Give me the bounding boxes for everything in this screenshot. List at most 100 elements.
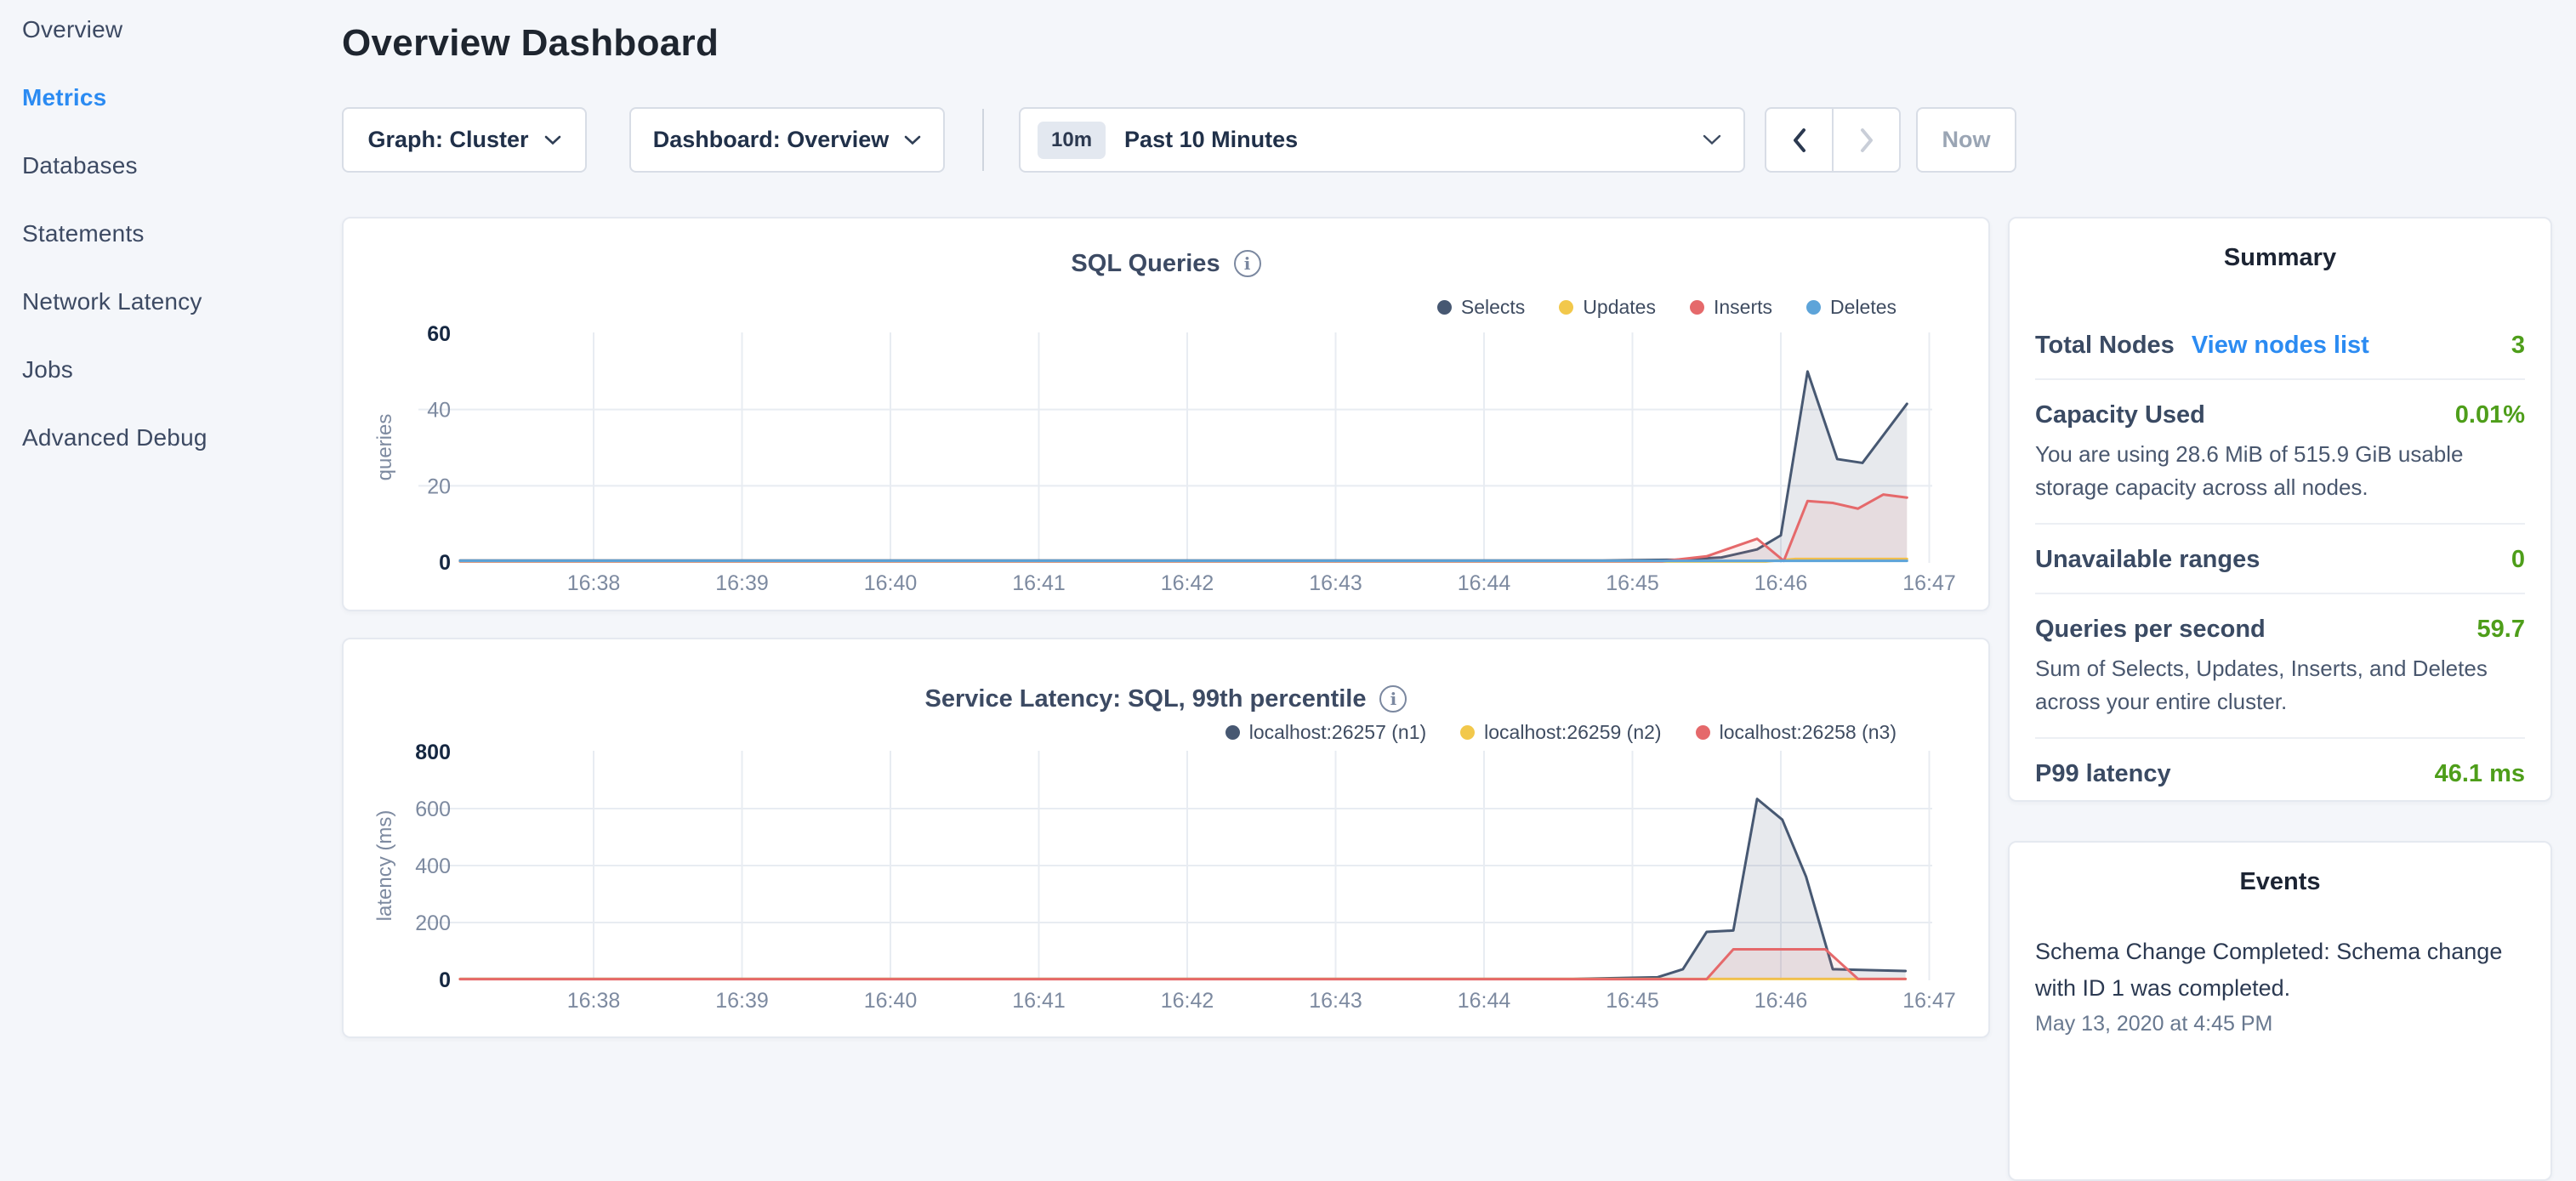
sidebar-item-databases[interactable]: Databases xyxy=(22,153,340,179)
legend-dot-icon xyxy=(1806,300,1821,315)
event-item[interactable]: Schema Change Completed: Schema change w… xyxy=(2010,934,2550,1036)
x-axis-tick-label: 16:46 xyxy=(1754,989,1808,1013)
now-button: Now xyxy=(1916,107,2016,173)
x-axis-tick-label: 16:39 xyxy=(715,989,769,1013)
summary-row: Total Nodes View nodes list 3 xyxy=(2035,332,2525,380)
events-title: Events xyxy=(2010,868,2550,896)
summary-row: Unavailable ranges0 xyxy=(2035,525,2525,594)
y-axis-tick-label: 20 xyxy=(427,474,451,498)
graph-dropdown-label: Graph: Cluster xyxy=(367,127,528,153)
time-range-label: Past 10 Minutes xyxy=(1124,127,1298,153)
chart-title-text: SQL Queries xyxy=(1071,250,1220,277)
summary-value: 0.01% xyxy=(2455,401,2525,429)
sql-queries-chart[interactable]: 16:38 16:39 16:40 16:41 16:42 16:43 16:44 16:45… xyxy=(376,316,1966,597)
x-axis-tick-label: 16:38 xyxy=(567,989,621,1013)
legend-label: localhost:26257 (n1) xyxy=(1249,721,1426,744)
x-axis-tick-label: 16:45 xyxy=(1606,571,1659,595)
time-range-badge: 10m xyxy=(1038,122,1106,159)
chevron-down-icon xyxy=(904,135,921,145)
next-range-button xyxy=(1834,109,1899,171)
y-axis-tick-label: 0 xyxy=(439,551,451,575)
x-axis-tick-label: 16:44 xyxy=(1458,571,1511,595)
summary-value: 0 xyxy=(2511,546,2525,574)
x-axis-tick-label: 16:40 xyxy=(864,989,918,1013)
x-axis-tick-label: 16:43 xyxy=(1309,571,1362,595)
legend-item: Updates xyxy=(1559,296,1656,319)
summary-body: Total Nodes View nodes list 3 Capacity Used… xyxy=(2010,332,2550,807)
y-axis-tick-label: 200 xyxy=(415,911,451,935)
x-axis-tick-label: 16:41 xyxy=(1012,571,1066,595)
event-message: Schema Change Completed: Schema change w… xyxy=(2035,934,2525,1007)
legend-item: localhost:26257 (n1) xyxy=(1225,721,1426,744)
y-axis-tick-label: 60 xyxy=(427,322,451,346)
chevron-right-icon xyxy=(1858,128,1875,153)
legend-dot-icon xyxy=(1690,300,1704,315)
legend-dot-icon xyxy=(1225,725,1240,740)
x-axis-tick-label: 16:42 xyxy=(1161,989,1214,1013)
chevron-down-icon xyxy=(544,135,561,145)
sql-queries-card: SQL Queries i Selects Updates Inserts Delet… xyxy=(342,217,1990,611)
summary-label: P99 latency xyxy=(2035,760,2171,787)
summary-value: 3 xyxy=(2511,332,2525,360)
legend-item: Selects xyxy=(1437,296,1525,319)
summary-row: Queries per second59.7Sum of Selects, Up… xyxy=(2035,594,2525,739)
service-latency-chart[interactable]: 16:3816:3916:4016:4116:4216:4316:4416:45… xyxy=(376,741,1966,1022)
x-axis-tick-label: 16:39 xyxy=(715,571,769,595)
legend-label: localhost:26258 (n3) xyxy=(1720,721,1896,744)
sql-queries-title: SQL Queries i xyxy=(344,250,1988,277)
x-axis-tick-label: 16:47 xyxy=(1902,571,1956,595)
controls-divider xyxy=(982,109,984,171)
y-axis-tick-label: 600 xyxy=(415,798,451,821)
summary-title: Summary xyxy=(2010,244,2550,272)
y-axis-title: queries xyxy=(376,414,396,481)
info-icon[interactable]: i xyxy=(1234,250,1261,277)
legend-label: Deletes xyxy=(1830,296,1896,319)
sidebar-nav: Overview Metrics Databases Statements Networ… xyxy=(0,0,340,451)
legend-label: localhost:26259 (n2) xyxy=(1484,721,1661,744)
view-nodes-link[interactable]: View nodes list xyxy=(2192,332,2369,359)
x-axis-tick-label: 16:41 xyxy=(1012,989,1066,1013)
info-icon[interactable]: i xyxy=(1379,685,1407,713)
summary-label: Total Nodes xyxy=(2035,332,2175,359)
dashboard-dropdown-label: Dashboard: Overview xyxy=(653,127,890,153)
summary-description: You are using 28.6 MiB of 515.9 GiB usab… xyxy=(2035,438,2525,504)
legend-label: Inserts xyxy=(1714,296,1772,319)
dashboard-dropdown[interactable]: Dashboard: Overview xyxy=(629,107,945,173)
summary-label: Queries per second xyxy=(2035,616,2266,643)
prev-range-button[interactable] xyxy=(1766,109,1834,171)
series-area xyxy=(460,799,1906,979)
series-line xyxy=(460,799,1906,979)
x-axis-tick-label: 16:40 xyxy=(864,571,918,595)
series-line xyxy=(460,495,1907,561)
sidebar-item-metrics[interactable]: Metrics xyxy=(22,85,340,111)
sidebar-item-overview[interactable]: Overview xyxy=(22,17,340,43)
x-axis-tick-label: 16:42 xyxy=(1161,571,1214,595)
summary-label: Capacity Used xyxy=(2035,401,2205,429)
summary-card: Summary Total Nodes View nodes list 3 Capac… xyxy=(2008,217,2552,802)
sidebar-item-statements[interactable]: Statements xyxy=(22,221,340,247)
time-window-dropdown[interactable]: 10m Past 10 Minutes xyxy=(1019,107,1745,173)
event-timestamp: May 13, 2020 at 4:45 PM xyxy=(2035,1012,2525,1036)
legend-dot-icon xyxy=(1437,300,1452,315)
sidebar-item-advanced-debug[interactable]: Advanced Debug xyxy=(22,425,340,451)
legend-item: Deletes xyxy=(1806,296,1896,319)
series-area xyxy=(460,495,1907,562)
service-latency-title: Service Latency: SQL, 99th percentile i xyxy=(344,685,1988,713)
sidebar: Overview Metrics Databases Statements Networ… xyxy=(0,0,340,1051)
legend-item: localhost:26258 (n3) xyxy=(1696,721,1896,744)
x-axis-tick-label: 16:47 xyxy=(1902,989,1956,1013)
summary-value: 59.7 xyxy=(2477,616,2525,644)
legend-dot-icon xyxy=(1559,300,1573,315)
legend-label: Updates xyxy=(1583,296,1656,319)
legend-dot-icon xyxy=(1696,725,1710,740)
graph-dropdown[interactable]: Graph: Cluster xyxy=(342,107,587,173)
y-axis-tick-label: 800 xyxy=(415,741,451,764)
page-title: Overview Dashboard xyxy=(342,22,719,65)
legend-item: Inserts xyxy=(1690,296,1772,319)
sidebar-item-network-latency[interactable]: Network Latency xyxy=(22,289,340,315)
x-axis-tick-label: 16:45 xyxy=(1606,989,1659,1013)
summary-row: P99 latency46.1 ms xyxy=(2035,739,2525,807)
sidebar-item-jobs[interactable]: Jobs xyxy=(22,357,340,383)
y-axis-tick-label: 40 xyxy=(427,399,451,423)
x-axis-tick-label: 16:38 xyxy=(567,571,621,595)
